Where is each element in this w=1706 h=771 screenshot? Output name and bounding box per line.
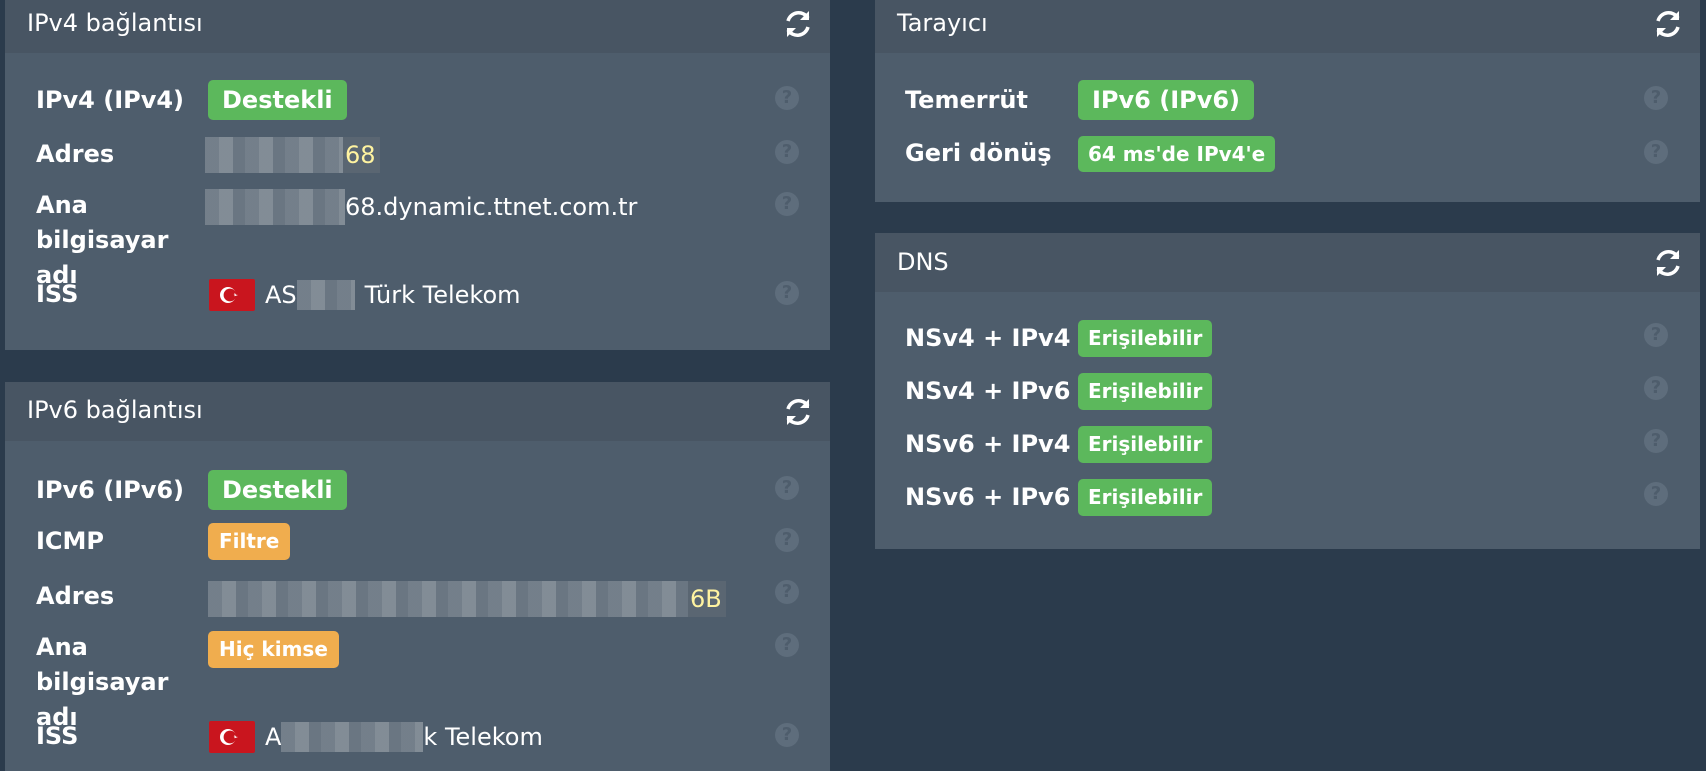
redacted-block	[281, 722, 424, 752]
help-icon[interactable]: ?	[775, 281, 799, 305]
row-label: Geri dönüş	[905, 139, 1052, 167]
status-badge: Erişilebilir	[1078, 320, 1213, 357]
refresh-icon[interactable]	[782, 396, 814, 428]
ipv4-panel: IPv4 bağlantısı IPv4 (IPv4) Destekli ? A…	[5, 0, 830, 350]
row-label: Adres	[36, 582, 115, 610]
help-icon[interactable]: ?	[775, 86, 799, 110]
browser-panel-title: Tarayıcı	[897, 9, 988, 37]
dns-panel-header: DNS	[875, 233, 1700, 292]
help-icon[interactable]: ?	[775, 723, 799, 747]
status-badge-wrapper: IPv6 (IPv6)	[1078, 80, 1255, 120]
help-icon[interactable]: ?	[775, 192, 799, 216]
ipv4-panel-header: IPv4 bağlantısı	[5, 0, 830, 53]
refresh-icon[interactable]	[1652, 8, 1684, 40]
redacted-block	[296, 280, 355, 310]
status-badge-wrapper: 64 ms'de IPv4'e	[1078, 135, 1276, 172]
status-badge-wrapper: Filtre	[208, 522, 291, 560]
redacted-block	[205, 189, 345, 225]
row-label: NSv6 + IPv4	[905, 430, 1071, 458]
help-icon[interactable]: ?	[1644, 86, 1668, 110]
status-badge: Erişilebilir	[1078, 479, 1213, 516]
help-icon[interactable]: ?	[1644, 429, 1668, 453]
help-icon[interactable]: ?	[775, 633, 799, 657]
status-badge-wrapper: Hiç kimse	[208, 630, 339, 668]
ipv4-address-suffix: 68	[343, 137, 380, 173]
status-badge: Erişilebilir	[1078, 426, 1213, 463]
dns-panel: DNS NSv4 + IPv4 Erişilebilir ? NSv4 + IP…	[875, 233, 1700, 549]
ipv4-isp-prefix: AS	[265, 281, 297, 309]
row-label: NSv4 + IPv4	[905, 324, 1071, 352]
row-label: ICMP	[36, 527, 105, 555]
help-icon[interactable]: ?	[775, 528, 799, 552]
ipv6-panel: IPv6 bağlantısı IPv6 (IPv6) Destekli ? I…	[5, 382, 830, 771]
ipv4-address-value: 68	[205, 136, 380, 173]
help-icon[interactable]: ?	[1644, 482, 1668, 506]
ipv6-panel-title: IPv6 bağlantısı	[27, 396, 203, 424]
status-badge-wrapper: Destekli	[208, 80, 347, 120]
ipv6-panel-header: IPv6 bağlantısı	[5, 382, 830, 441]
dns-panel-title: DNS	[897, 248, 949, 276]
row-label: Adres	[36, 140, 115, 168]
ipv6-address-value: 6B	[208, 580, 726, 617]
redacted-block	[208, 581, 688, 617]
refresh-icon[interactable]	[1652, 247, 1684, 279]
status-badge-wrapper: Erişilebilir	[1078, 319, 1213, 357]
row-label: Temerrüt	[905, 86, 1028, 114]
status-badge: IPv6 (IPv6)	[1078, 80, 1255, 120]
ipv4-hostname-value: 68.dynamic.ttnet.com.tr	[205, 188, 637, 225]
status-badge-wrapper: Destekli	[208, 470, 347, 510]
row-label: ISS	[36, 280, 79, 308]
row-label: IPv4 (IPv4)	[36, 86, 185, 114]
browser-panel-header: Tarayıcı	[875, 0, 1700, 53]
ipv4-isp-value: AS Türk Telekom	[209, 276, 521, 313]
turkey-flag-icon	[209, 721, 255, 753]
ipv4-panel-title: IPv4 bağlantısı	[27, 9, 203, 37]
browser-panel: Tarayıcı Temerrüt IPv6 (IPv6) ? Geri dön…	[875, 0, 1700, 202]
redacted-block	[205, 137, 343, 173]
ipv6-isp-value: Ak Telekom	[209, 718, 543, 755]
status-badge: 64 ms'de IPv4'e	[1078, 136, 1276, 172]
help-icon[interactable]: ?	[775, 476, 799, 500]
help-icon[interactable]: ?	[1644, 323, 1668, 347]
help-icon[interactable]: ?	[775, 140, 799, 164]
ipv6-isp-prefix: A	[265, 723, 282, 751]
ipv6-address-suffix: 6B	[688, 581, 726, 617]
status-badge: Hiç kimse	[208, 631, 339, 668]
status-badge-wrapper: Erişilebilir	[1078, 372, 1213, 410]
refresh-icon[interactable]	[782, 8, 814, 40]
help-icon[interactable]: ?	[1644, 140, 1668, 164]
row-label: IPv6 (IPv6)	[36, 476, 185, 504]
status-badge: Erişilebilir	[1078, 373, 1213, 410]
status-badge: Filtre	[208, 523, 291, 560]
status-badge: Destekli	[208, 80, 347, 120]
row-label: NSv4 + IPv6	[905, 377, 1071, 405]
row-label: NSv6 + IPv6	[905, 483, 1071, 511]
help-icon[interactable]: ?	[1644, 376, 1668, 400]
ipv4-hostname-text: 68.dynamic.ttnet.com.tr	[345, 193, 638, 221]
turkey-flag-icon	[209, 279, 255, 311]
status-badge: Destekli	[208, 470, 347, 510]
row-label: ISS	[36, 722, 79, 750]
help-icon[interactable]: ?	[775, 580, 799, 604]
status-badge-wrapper: Erişilebilir	[1078, 425, 1213, 463]
status-badge-wrapper: Erişilebilir	[1078, 478, 1213, 516]
ipv4-isp-name: Türk Telekom	[364, 281, 521, 309]
ipv6-isp-name: k Telekom	[423, 723, 543, 751]
